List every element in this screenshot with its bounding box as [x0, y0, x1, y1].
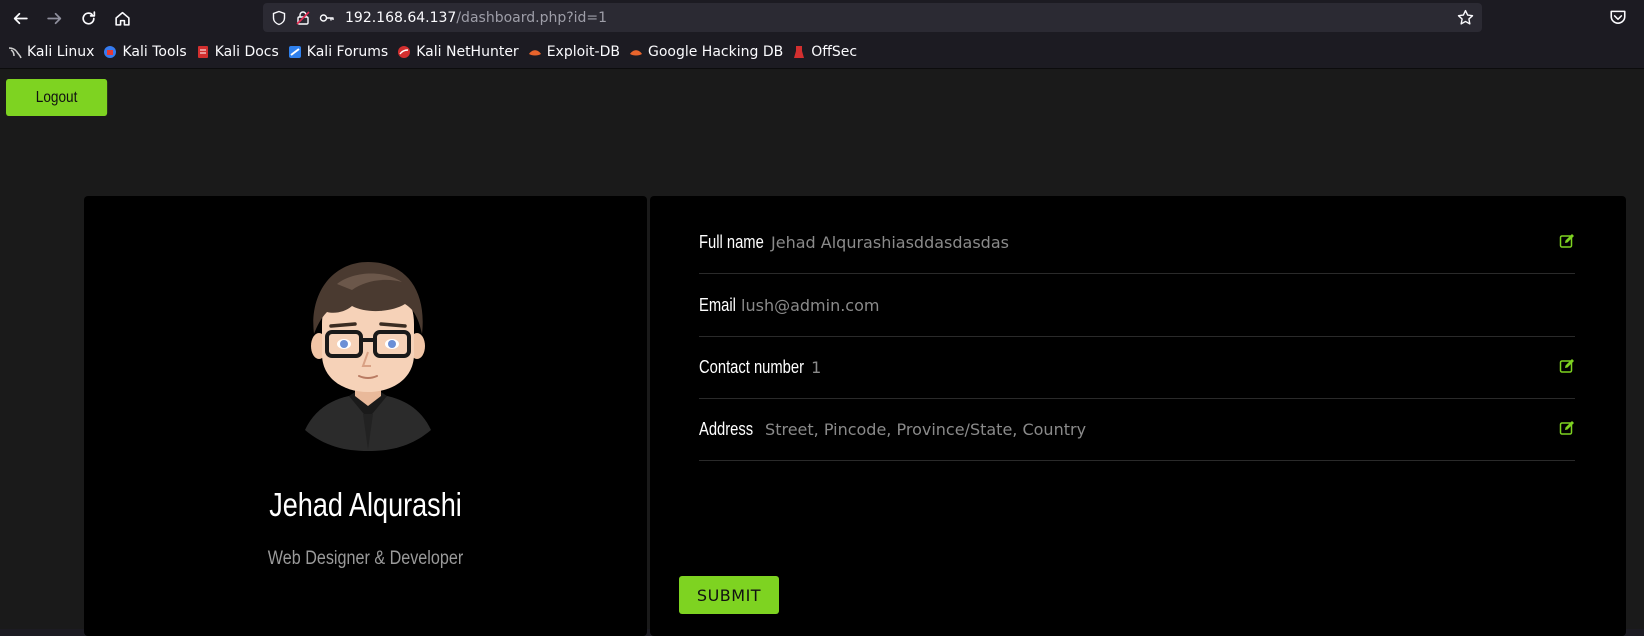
field-label: Full name	[699, 231, 764, 252]
logout-button[interactable]: Logout	[6, 79, 108, 116]
field-contact-number: Contact number 1	[699, 336, 1575, 399]
url-path: /dashboard.php?id=1	[456, 9, 608, 26]
kali-docs-icon	[197, 46, 208, 58]
contact-number-field[interactable]: 1	[811, 358, 821, 377]
details-card: Full name Jehad Alqurashiasddasdasdas Em…	[650, 196, 1626, 636]
email-field[interactable]: lush@admin.com	[741, 296, 879, 315]
insecure-lock-icon[interactable]	[295, 10, 311, 26]
bookmark-label: OffSec	[811, 44, 858, 60]
nethunter-icon	[398, 46, 411, 58]
shield-icon[interactable]	[271, 10, 287, 26]
bookmark-kali-docs[interactable]: Kali Docs	[196, 40, 279, 64]
page-content: Logout Jehad Alqurashi Web Designer & De…	[0, 69, 1644, 636]
field-email: Email lush@admin.com	[699, 274, 1575, 337]
field-full-name: Full name Jehad Alqurashiasddasdasdas	[699, 211, 1575, 274]
kali-forums-icon	[288, 46, 301, 58]
logout-label: Logout	[35, 88, 78, 106]
field-address: Address Street, Pincode, Province/State,…	[699, 398, 1575, 461]
kali-dragon-icon	[8, 47, 22, 59]
offsec-icon	[794, 46, 805, 58]
field-label: Contact number	[699, 356, 805, 377]
address-field[interactable]: Street, Pincode, Province/State, Country	[765, 420, 1086, 439]
bookmark-google-hacking-db[interactable]: Google Hacking DB	[629, 40, 783, 64]
profile-role: Web Designer & Developer	[267, 548, 464, 569]
url-text[interactable]: 192.168.64.137/dashboard.php?id=1	[345, 10, 607, 26]
bookmark-label: Kali Tools	[122, 44, 187, 60]
bookmark-label: Kali Docs	[214, 44, 279, 60]
pocket-icon[interactable]	[1609, 8, 1627, 26]
full-name-field[interactable]: Jehad Alqurashiasddasdasdas	[771, 233, 1009, 252]
forward-icon[interactable]	[40, 4, 68, 32]
field-label: Address	[699, 418, 754, 439]
back-icon[interactable]	[6, 4, 34, 32]
field-label: Email	[699, 294, 736, 315]
kali-tools-icon	[104, 46, 117, 58]
bookmark-label: Kali NetHunter	[416, 44, 519, 60]
home-icon[interactable]	[108, 4, 136, 32]
bookmarks-toolbar: Kali Linux Kali Tools Kali Docs Kali For…	[0, 36, 1644, 69]
ghdb-icon	[629, 50, 642, 56]
bookmark-kali-nethunter[interactable]: Kali NetHunter	[397, 40, 519, 64]
url-host: 192.168.64.137	[345, 9, 457, 26]
bookmark-offsec[interactable]: OffSec	[792, 40, 857, 64]
bookmark-label: Kali Forums	[306, 44, 389, 60]
exploit-db-icon	[528, 50, 541, 56]
profile-card: Jehad Alqurashi Web Designer & Developer	[84, 196, 647, 636]
profile-name: Jehad Alqurashi	[269, 486, 462, 523]
edit-icon[interactable]	[1559, 420, 1575, 436]
browser-toolbar: 192.168.64.137/dashboard.php?id=1	[0, 0, 1644, 36]
reload-icon[interactable]	[74, 4, 102, 32]
bookmark-label: Exploit-DB	[546, 44, 620, 60]
bookmark-kali-linux[interactable]: Kali Linux	[8, 40, 94, 64]
bookmark-exploit-db[interactable]: Exploit-DB	[528, 40, 620, 64]
bookmark-kali-forums[interactable]: Kali Forums	[288, 40, 388, 64]
url-bar[interactable]: 192.168.64.137/dashboard.php?id=1	[263, 3, 1482, 32]
bookmark-star-icon[interactable]	[1457, 9, 1474, 26]
edit-icon[interactable]	[1559, 358, 1575, 374]
bookmark-label: Google Hacking DB	[647, 44, 784, 60]
bookmark-label: Kali Linux	[27, 44, 95, 60]
submit-button[interactable]: SUBMIT	[679, 576, 779, 614]
bookmark-kali-tools[interactable]: Kali Tools	[103, 40, 187, 64]
edit-icon[interactable]	[1559, 233, 1575, 249]
avatar	[305, 262, 431, 451]
key-icon[interactable]	[319, 10, 335, 26]
